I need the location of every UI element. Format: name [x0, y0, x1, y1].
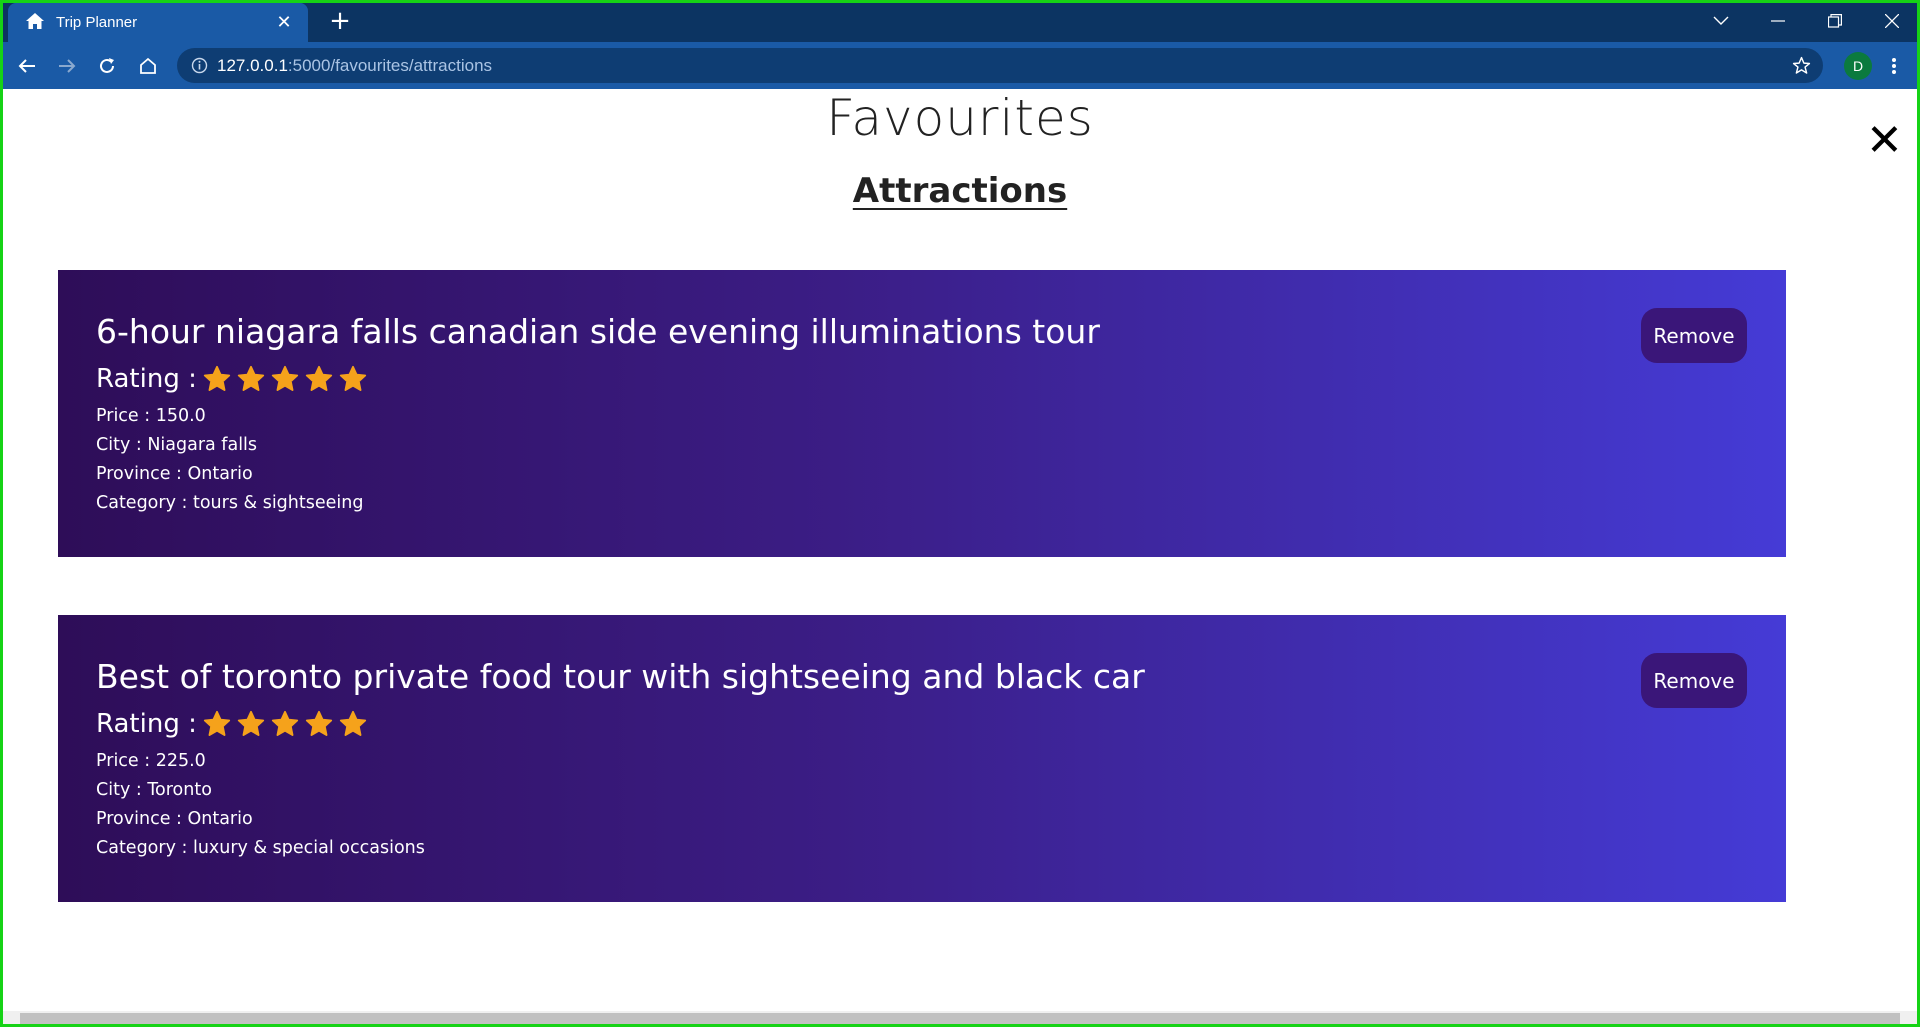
- star-icon: [305, 365, 332, 391]
- rating-label: Rating :: [96, 709, 197, 739]
- window-controls: [1692, 0, 1920, 42]
- page-title: Favourites: [826, 89, 1094, 147]
- forward-icon[interactable]: [53, 52, 81, 80]
- province-text: Province : Ontario: [96, 809, 253, 829]
- star-icon: [305, 710, 332, 736]
- rating-row: Rating :: [96, 707, 1786, 741]
- star-icon: [339, 710, 366, 736]
- menu-kebab-icon[interactable]: [1880, 52, 1908, 80]
- province-text: Province : Ontario: [96, 464, 253, 484]
- url-text: 127.0.0.1:5000/favourites/attractions: [217, 56, 492, 76]
- attraction-name: Best of toronto private food tour with s…: [96, 657, 1145, 696]
- attraction-details: Price : 225.0 City : Toronto Province : …: [96, 747, 1786, 863]
- star-icon: [237, 365, 264, 391]
- profile-avatar[interactable]: D: [1844, 52, 1872, 80]
- restore-icon[interactable]: [1806, 0, 1863, 42]
- tab-title: Trip Planner: [56, 14, 138, 31]
- url-path: :5000/favourites/attractions: [287, 55, 493, 75]
- horizontal-scrollbar[interactable]: [0, 1011, 1920, 1027]
- window-close-icon[interactable]: [1863, 0, 1920, 42]
- tab-close-icon[interactable]: ✕: [274, 12, 294, 33]
- remove-button[interactable]: Remove: [1641, 653, 1747, 708]
- attraction-details: Price : 150.0 City : Niagara falls Provi…: [96, 402, 1786, 518]
- page-content: Favourites ✕ Attractions 6-hour niagara …: [0, 89, 1920, 1011]
- section-subtitle: Attractions: [852, 171, 1068, 211]
- address-bar[interactable]: 127.0.0.1:5000/favourites/attractions: [177, 48, 1823, 83]
- new-tab-icon[interactable]: +: [325, 6, 355, 36]
- price-text: Price : 150.0: [96, 406, 206, 426]
- reload-icon[interactable]: [93, 52, 121, 80]
- site-info-icon[interactable]: [191, 57, 208, 78]
- remove-button[interactable]: Remove: [1641, 308, 1747, 363]
- attraction-card: 6-hour niagara falls canadian side eveni…: [58, 270, 1786, 557]
- attraction-card: Best of toronto private food tour with s…: [58, 615, 1786, 902]
- rating-stars: [203, 365, 373, 393]
- price-text: Price : 225.0: [96, 751, 206, 771]
- browser-titlebar: Trip Planner ✕ +: [0, 0, 1920, 42]
- rating-row: Rating :: [96, 362, 1786, 396]
- city-text: City : Niagara falls: [96, 435, 258, 455]
- star-icon: [271, 365, 298, 391]
- star-icon: [271, 710, 298, 736]
- attraction-name: 6-hour niagara falls canadian side eveni…: [96, 312, 1100, 351]
- home-button-icon[interactable]: [134, 52, 162, 80]
- browser-toolbar: 127.0.0.1:5000/favourites/attractions D: [0, 42, 1920, 89]
- rating-label: Rating :: [96, 364, 197, 394]
- rating-stars: [203, 710, 373, 738]
- star-icon: [339, 365, 366, 391]
- bookmark-star-icon[interactable]: [1792, 56, 1811, 79]
- scrollbar-thumb[interactable]: [20, 1013, 1900, 1025]
- url-host: 127.0.0.1: [217, 55, 288, 75]
- star-icon: [237, 710, 264, 736]
- star-icon: [203, 365, 230, 391]
- tab-search-icon[interactable]: [1692, 0, 1749, 42]
- star-icon: [203, 710, 230, 736]
- category-text: Category : tours & sightseeing: [96, 493, 364, 513]
- home-icon: [26, 12, 44, 33]
- browser-tab[interactable]: Trip Planner ✕: [8, 3, 308, 42]
- city-text: City : Toronto: [96, 780, 212, 800]
- category-text: Category : luxury & special occasions: [96, 838, 425, 858]
- close-icon[interactable]: ✕: [1866, 119, 1903, 163]
- back-icon[interactable]: [13, 52, 41, 80]
- minimize-icon[interactable]: [1749, 0, 1806, 42]
